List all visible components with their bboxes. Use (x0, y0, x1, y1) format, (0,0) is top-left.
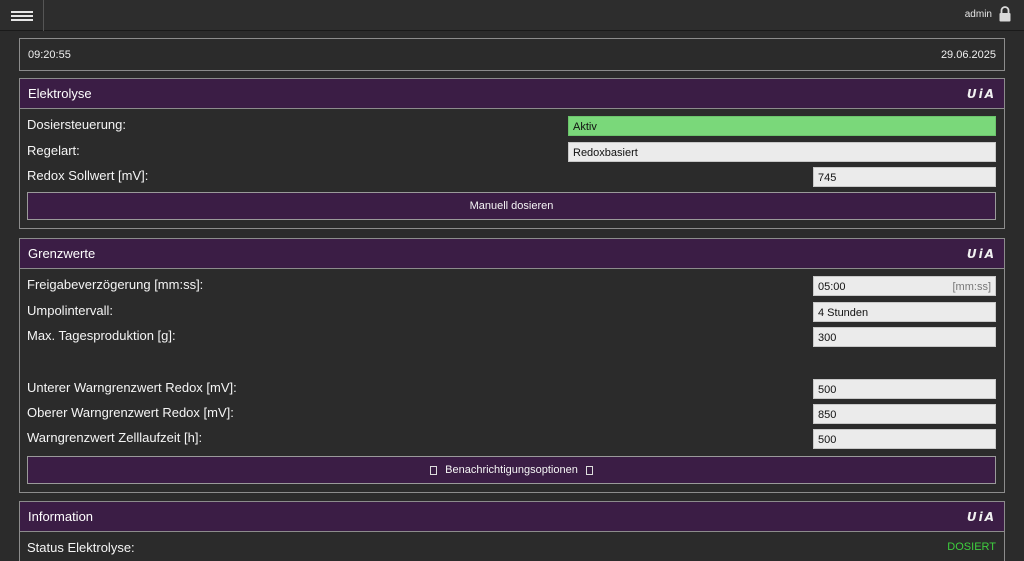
status-label: Status Elektrolyse: (27, 540, 135, 555)
freigabe-row: Freigabeverzögerung [mm:ss]: 05:00 [mm:s… (27, 276, 996, 296)
panel-title: Elektrolyse (28, 86, 92, 101)
tages-label: Max. Tagesproduktion [g]: (27, 328, 176, 343)
sollwert-row: Redox Sollwert [mV]: 745 (27, 167, 996, 187)
unterer-field[interactable]: 500 (813, 379, 996, 399)
zelllauf-label: Warngrenzwert Zelllaufzeit [h]: (27, 430, 203, 445)
panel-title: Grenzwerte (28, 246, 96, 261)
unterer-label: Unterer Warngrenzwert Redox [mV]: (27, 380, 237, 395)
panel-title: Information (28, 509, 94, 524)
freigabe-unit: [mm:ss] (952, 281, 992, 293)
freigabe-field[interactable]: 05:00 [mm:ss] (813, 276, 996, 296)
uia-logo: UiA (966, 509, 996, 524)
manual-dose-button[interactable]: Manuell dosieren (27, 192, 996, 220)
grenzwerte-panel: Grenzwerte UiA Freigabeverzögerung [mm:s… (19, 238, 1005, 493)
current-date: 29.06.2025 (940, 48, 996, 61)
placeholder-glyph-icon (430, 465, 438, 475)
freigabe-label: Freigabeverzögerung [mm:ss]: (27, 277, 204, 292)
unterer-row: Unterer Warngrenzwert Redox [mV]: 500 (27, 379, 996, 399)
panel-header: Elektrolyse UiA (20, 79, 1004, 109)
top-bar: admin (0, 0, 1024, 31)
oberer-field[interactable]: 850 (813, 404, 996, 424)
uia-logo: UiA (966, 86, 996, 101)
status-value: DOSIERT (947, 541, 996, 553)
freigabe-value: 05:00 (818, 281, 846, 293)
sollwert-field[interactable]: 745 (813, 167, 996, 187)
username[interactable]: admin (965, 9, 992, 20)
zelllauf-field[interactable]: 500 (813, 429, 996, 449)
umpol-label: Umpolintervall: (27, 303, 113, 318)
elektrolyse-panel: Elektrolyse UiA Dosiersteuerung: Aktiv R… (19, 78, 1005, 229)
dosiersteuerung-field[interactable]: Aktiv (568, 116, 996, 136)
notification-options-label: Benachrichtigungsoptionen (445, 464, 578, 476)
placeholder-glyph-icon (585, 465, 593, 475)
oberer-label: Oberer Warngrenzwert Redox [mV]: (27, 405, 234, 420)
clock-bar: 09:20:55 29.06.2025 (19, 38, 1005, 71)
regelart-label: Regelart: (27, 143, 80, 158)
lock-icon[interactable] (998, 6, 1012, 22)
dosiersteuerung-row: Dosiersteuerung: Aktiv (27, 116, 996, 136)
regelart-row: Regelart: Redoxbasiert (27, 142, 996, 162)
dosiersteuerung-label: Dosiersteuerung: (27, 117, 126, 132)
sollwert-label: Redox Sollwert [mV]: (27, 168, 149, 183)
umpol-row: Umpolintervall: 4 Stunden (27, 302, 996, 322)
regelart-field[interactable]: Redoxbasiert (568, 142, 996, 162)
uia-logo: UiA (966, 246, 996, 261)
tages-field[interactable]: 300 (813, 327, 996, 347)
umpol-field[interactable]: 4 Stunden (813, 302, 996, 322)
status-row: Status Elektrolyse: DOSIERT (27, 539, 996, 559)
information-panel: Information UiA Status Elektrolyse: DOSI… (19, 501, 1005, 561)
hamburger-icon[interactable] (0, 0, 44, 31)
panel-header: Grenzwerte UiA (20, 239, 1004, 269)
tages-row: Max. Tagesproduktion [g]: 300 (27, 327, 996, 347)
oberer-row: Oberer Warngrenzwert Redox [mV]: 850 (27, 404, 996, 424)
user-area: admin (965, 6, 1012, 22)
zelllauf-row: Warngrenzwert Zelllaufzeit [h]: 500 (27, 429, 996, 449)
current-time: 09:20:55 (28, 48, 71, 61)
notification-options-button[interactable]: Benachrichtigungsoptionen (27, 456, 996, 484)
panel-header: Information UiA (20, 502, 1004, 532)
